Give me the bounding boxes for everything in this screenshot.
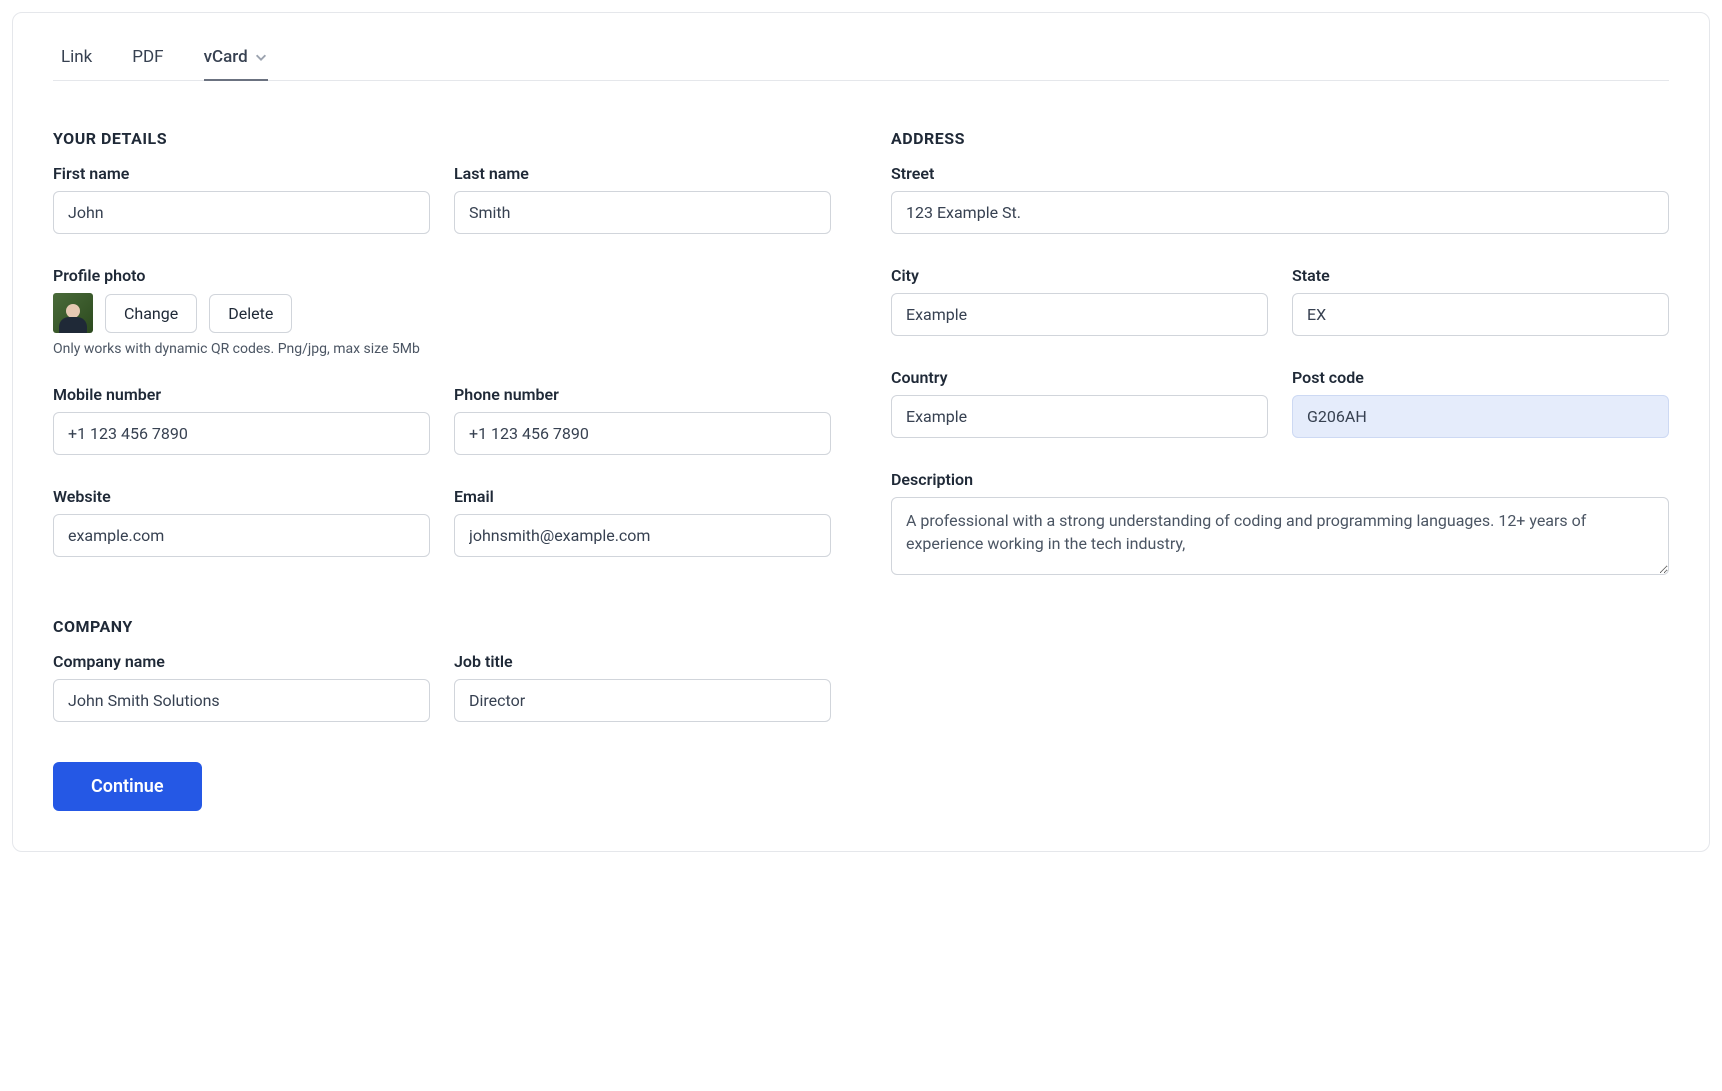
phone-input[interactable] [454,412,831,455]
section-company: COMPANY [53,617,831,636]
street-input[interactable] [891,191,1669,234]
phone-label: Phone number [454,385,831,404]
chevron-down-icon [254,50,268,64]
mobile-label: Mobile number [53,385,430,404]
field-post-code: Post code [1292,368,1669,438]
last-name-input[interactable] [454,191,831,234]
first-name-label: First name [53,164,430,183]
continue-button[interactable]: Continue [53,762,202,811]
photo-hint: Only works with dynamic QR codes. Png/jp… [53,341,831,357]
job-title-input[interactable] [454,679,831,722]
state-label: State [1292,266,1669,285]
delete-photo-button[interactable]: Delete [209,294,292,333]
post-code-label: Post code [1292,368,1669,387]
description-label: Description [891,470,1669,489]
field-email: Email [454,487,831,557]
field-job-title: Job title [454,652,831,722]
country-label: Country [891,368,1268,387]
profile-photo-label: Profile photo [53,266,831,285]
section-address: ADDRESS [891,129,1669,148]
job-title-label: Job title [454,652,831,671]
tab-pdf[interactable]: PDF [132,37,163,81]
field-last-name: Last name [454,164,831,234]
tabs-bar: Link PDF vCard [53,37,1669,81]
tab-vcard[interactable]: vCard [204,37,268,81]
street-label: Street [891,164,1669,183]
field-state: State [1292,266,1669,336]
last-name-label: Last name [454,164,831,183]
form-card: Link PDF vCard YOUR DETAILS First name L… [12,12,1710,852]
email-label: Email [454,487,831,506]
email-input[interactable] [454,514,831,557]
field-company-name: Company name [53,652,430,722]
left-column: YOUR DETAILS First name Last name Profil… [53,129,831,811]
company-name-input[interactable] [53,679,430,722]
city-label: City [891,266,1268,285]
tab-vcard-label: vCard [204,47,248,67]
state-input[interactable] [1292,293,1669,336]
avatar [53,293,93,333]
post-code-input[interactable] [1292,395,1669,438]
city-input[interactable] [891,293,1268,336]
field-website: Website [53,487,430,557]
section-your-details: YOUR DETAILS [53,129,831,148]
first-name-input[interactable] [53,191,430,234]
change-photo-button[interactable]: Change [105,294,197,333]
field-country: Country [891,368,1268,438]
mobile-input[interactable] [53,412,430,455]
company-name-label: Company name [53,652,430,671]
field-description: Description [891,470,1669,579]
field-first-name: First name [53,164,430,234]
field-profile-photo: Profile photo Change Delete [53,266,831,333]
description-textarea[interactable] [891,497,1669,575]
country-input[interactable] [891,395,1268,438]
field-street: Street [891,164,1669,234]
website-label: Website [53,487,430,506]
field-city: City [891,266,1268,336]
tab-link[interactable]: Link [61,37,92,81]
field-mobile: Mobile number [53,385,430,455]
right-column: ADDRESS Street City State Country [891,129,1669,811]
website-input[interactable] [53,514,430,557]
field-phone: Phone number [454,385,831,455]
